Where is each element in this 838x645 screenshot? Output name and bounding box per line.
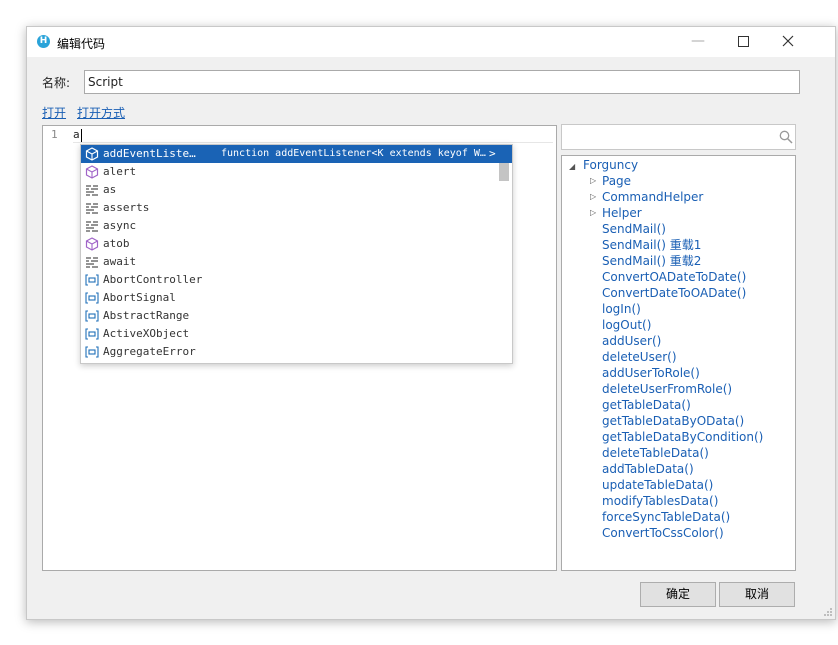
suggestion-label: addEventListe… <box>103 147 196 160</box>
tree-root-forguncy[interactable]: Forguncy <box>583 157 638 173</box>
api-tree[interactable]: ◢ Forguncy ▷ Page ▷ CommandHelper ▷ Helper Sen… <box>561 155 796 571</box>
tree-function-node[interactable]: logIn() <box>602 301 641 317</box>
variable-icon <box>85 328 99 340</box>
suggestion-item[interactable]: ActiveXObject <box>81 325 512 343</box>
tree-function-node[interactable]: ConvertToCssColor() <box>602 525 724 541</box>
current-line-highlight <box>73 126 553 143</box>
tree-function-node[interactable]: deleteUser() <box>602 349 677 365</box>
expand-details-icon[interactable]: > <box>489 145 496 163</box>
tree-function-node[interactable]: getTableData() <box>602 397 691 413</box>
suggestion-label: as <box>103 183 117 196</box>
suggestion-label: asserts <box>103 201 150 214</box>
suggestion-label: ActiveXObject <box>103 327 190 340</box>
text-cursor <box>80 128 82 142</box>
suggestion-item[interactable]: as <box>81 181 512 199</box>
tree-function-node[interactable]: deleteUserFromRole() <box>602 381 732 397</box>
tree-function-node[interactable]: modifyTablesData() <box>602 493 718 509</box>
ok-button[interactable]: 确定 <box>640 582 716 607</box>
method-cube-icon <box>85 237 99 251</box>
tree-group-node[interactable]: Page <box>602 173 631 189</box>
open-link[interactable]: 打开 <box>42 104 66 121</box>
close-icon <box>782 35 794 47</box>
app-logo-icon: H <box>37 35 50 48</box>
collapsed-triangle-icon[interactable]: ▷ <box>590 173 596 189</box>
tree-function-node[interactable]: SendMail() 重载1 <box>602 237 701 253</box>
suggestion-label: AbstractRange <box>103 309 190 322</box>
tree-function-node[interactable]: ConvertOADateToDate() <box>602 269 746 285</box>
suggestion-label: alert <box>103 165 137 178</box>
suggestion-label: AggregateError <box>103 345 196 358</box>
variable-icon <box>85 346 99 358</box>
suggestion-label: async <box>103 219 137 232</box>
suggestion-item[interactable]: atob <box>81 235 512 253</box>
suggestion-list[interactable]: addEventListe… function addEventListener<… <box>81 145 512 361</box>
expanded-triangle-icon[interactable]: ◢ <box>569 159 575 175</box>
suggestion-item[interactable]: AggregateError <box>81 343 512 361</box>
tree-group-node[interactable]: CommandHelper <box>602 189 703 205</box>
title-bar[interactable]: H 编辑代码 — <box>27 27 835 57</box>
keyword-icon <box>86 185 98 196</box>
tree-function-node[interactable]: updateTableData() <box>602 477 713 493</box>
suggestion-scrollbar-thumb[interactable] <box>499 163 509 181</box>
search-icon <box>779 130 793 144</box>
tree-function-node[interactable]: addTableData() <box>602 461 694 477</box>
suggestion-item[interactable]: AbstractRange <box>81 307 512 325</box>
suggestion-item[interactable]: addEventListe… function addEventListener<… <box>81 145 512 163</box>
cancel-button[interactable]: 取消 <box>719 582 795 607</box>
search-input[interactable] <box>561 124 796 150</box>
suggestion-label: AbortSignal <box>103 291 176 304</box>
suggestion-label: AbortController <box>103 273 203 286</box>
keyword-icon <box>86 257 98 268</box>
keyword-icon <box>86 221 98 232</box>
tree-function-node[interactable]: ConvertDateToOADate() <box>602 285 746 301</box>
tree-function-node[interactable]: logOut() <box>602 317 651 333</box>
suggestion-label: atob <box>103 237 130 250</box>
variable-icon <box>85 310 99 322</box>
edit-code-dialog: H 编辑代码 — 名称: Script 打开 打开方式 1 a addEvent… <box>26 26 836 620</box>
suggestion-detail: function addEventListener<K extends keyo… <box>221 148 486 159</box>
suggestion-item[interactable]: await <box>81 253 512 271</box>
line-number: 1 <box>51 128 58 141</box>
tree-function-node[interactable]: addUser() <box>602 333 661 349</box>
variable-icon <box>85 274 99 286</box>
method-cube-icon <box>85 147 99 161</box>
name-label: 名称: <box>42 76 71 90</box>
code-line[interactable]: a <box>73 128 82 142</box>
tree-function-node[interactable]: getTableDataByCondition() <box>602 429 763 445</box>
tree-function-node[interactable]: SendMail() 重载2 <box>602 253 701 269</box>
collapsed-triangle-icon[interactable]: ▷ <box>590 189 596 205</box>
open-with-link[interactable]: 打开方式 <box>77 104 125 121</box>
tree-function-node[interactable]: getTableDataByOData() <box>602 413 744 429</box>
close-button[interactable] <box>765 27 811 57</box>
suggestion-item[interactable]: async <box>81 217 512 235</box>
autocomplete-popup[interactable]: addEventListe… function addEventListener<… <box>80 144 513 364</box>
tree-function-node[interactable]: addUserToRole() <box>602 365 700 381</box>
window-title: 编辑代码 <box>57 37 106 51</box>
tree-function-node[interactable]: deleteTableData() <box>602 445 709 461</box>
suggestion-item[interactable]: AbortController <box>81 271 512 289</box>
maximize-button[interactable] <box>720 27 766 57</box>
variable-icon <box>85 292 99 304</box>
suggestion-label: await <box>103 255 137 268</box>
tree-function-node[interactable]: forceSyncTableData() <box>602 509 730 525</box>
code-text: a <box>73 128 80 141</box>
tree-group-node[interactable]: Helper <box>602 205 642 221</box>
method-cube-icon <box>85 165 99 179</box>
suggestion-item[interactable]: AbortSignal <box>81 289 512 307</box>
name-input[interactable]: Script <box>84 70 800 94</box>
maximize-icon <box>737 35 749 47</box>
collapsed-triangle-icon[interactable]: ▷ <box>590 205 596 221</box>
resize-grip-icon[interactable] <box>823 607 833 617</box>
minimize-button[interactable]: — <box>675 27 721 57</box>
suggestion-item[interactable]: asserts <box>81 199 512 217</box>
suggestion-item[interactable]: alert <box>81 163 512 181</box>
keyword-icon <box>86 203 98 214</box>
tree-function-node[interactable]: SendMail() <box>602 221 666 237</box>
